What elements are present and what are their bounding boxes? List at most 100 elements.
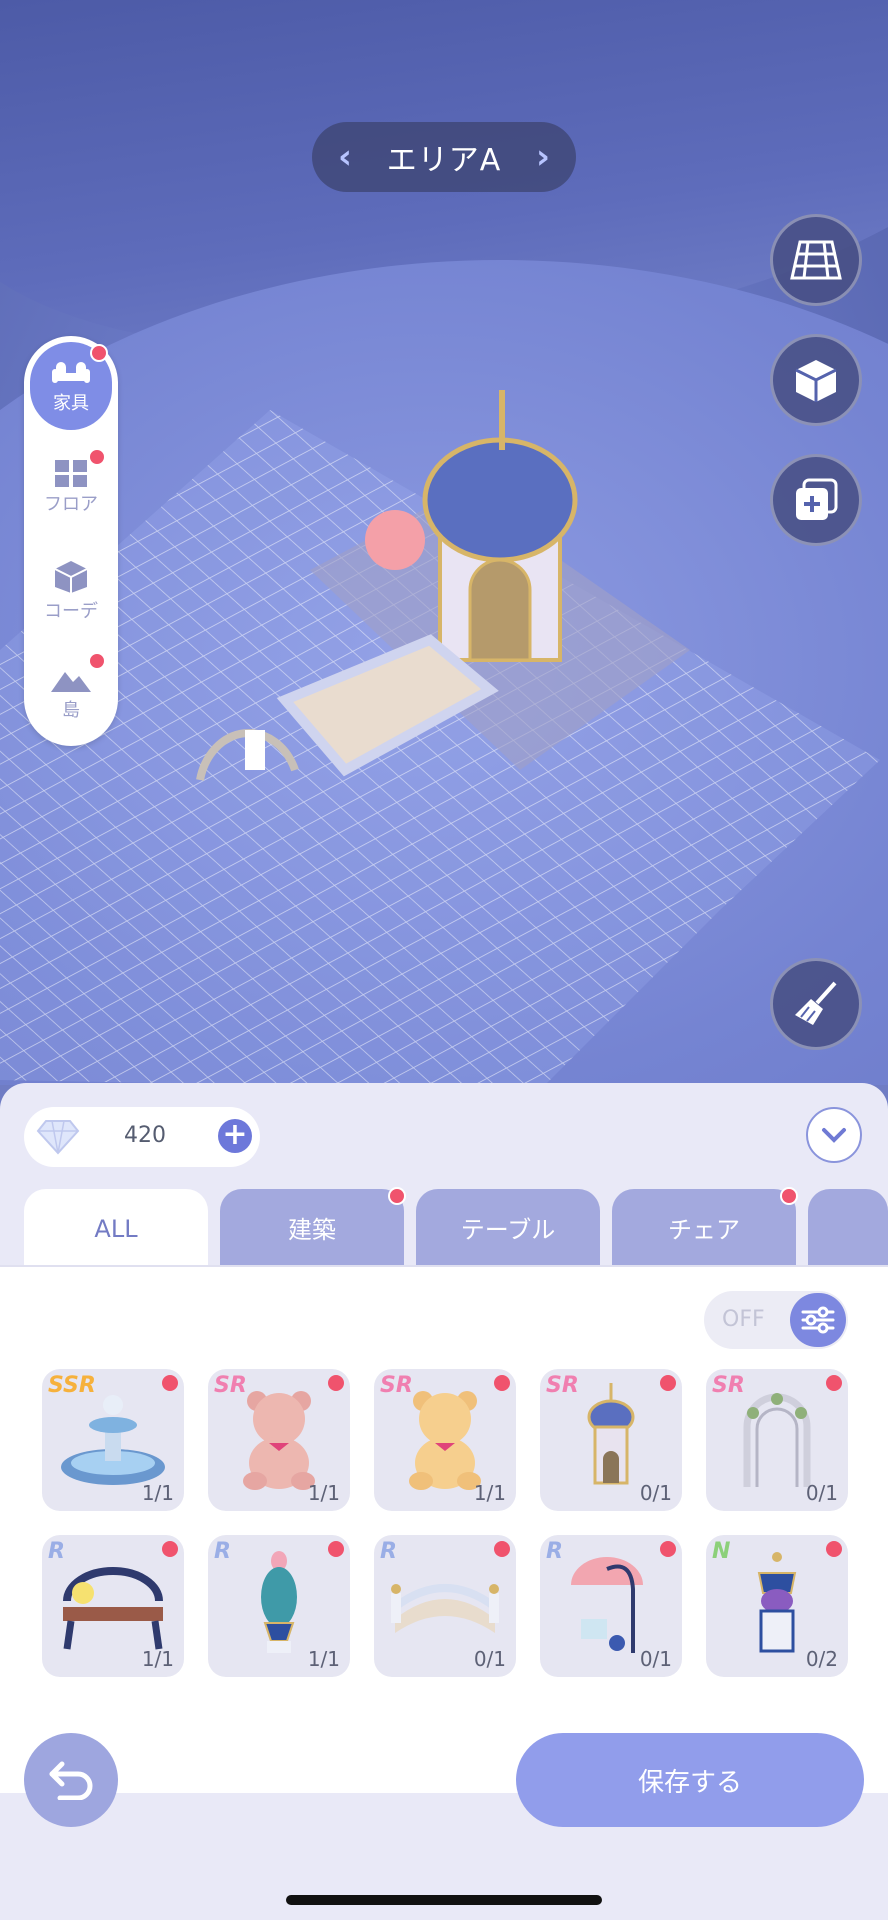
rarity-badge: SR	[546, 1373, 579, 1398]
item-count: 0/1	[639, 1481, 672, 1505]
rarity-badge: SR	[712, 1373, 745, 1398]
save-button[interactable]: 保存する	[516, 1733, 864, 1827]
sidebar-item-label: コーデ	[44, 601, 98, 622]
yellow-bear-icon	[409, 1391, 481, 1490]
copy-add-icon	[796, 478, 838, 520]
duplicate-button[interactable]	[770, 454, 862, 546]
notification-badge	[88, 652, 106, 670]
lamp-pillar-icon	[757, 1552, 797, 1653]
sidebar-item-floor[interactable]: フロア	[30, 444, 112, 530]
tab-label: チェア	[668, 1215, 740, 1244]
collapse-panel-button[interactable]	[806, 1107, 862, 1163]
new-item-badge	[660, 1541, 676, 1557]
tab-label: ALL	[94, 1215, 138, 1243]
notification-badge	[780, 1187, 798, 1205]
item-card[interactable]: R 1/1	[208, 1535, 350, 1677]
chevron-down-icon	[822, 1128, 846, 1143]
item-count: 0/1	[639, 1647, 672, 1671]
decor-structures	[196, 390, 690, 781]
item-card[interactable]: SR 1/1	[374, 1369, 516, 1511]
area-selector: ‹ エリアA ›	[312, 122, 576, 192]
sidebar-item-island[interactable]: 島	[30, 650, 112, 736]
new-item-badge	[660, 1375, 676, 1391]
item-card[interactable]: R 0/1	[374, 1535, 516, 1677]
floor-icon	[55, 460, 87, 487]
item-card[interactable]: R 0/1	[540, 1535, 682, 1677]
next-area-arrow-icon[interactable]: ›	[536, 137, 550, 177]
rarity-badge: R	[48, 1539, 65, 1564]
area-name: エリアA	[386, 143, 502, 178]
grid-icon	[790, 240, 842, 280]
item-card[interactable]: SSR 1/1	[42, 1369, 184, 1511]
rarity-badge: R	[546, 1539, 563, 1564]
item-card[interactable]: SR 0/1	[540, 1369, 682, 1511]
new-item-badge	[328, 1541, 344, 1557]
tower-icon	[587, 1383, 635, 1485]
vase-icon	[261, 1551, 297, 1653]
tab-all[interactable]: ALL	[24, 1189, 208, 1269]
tab-label: 建築	[288, 1215, 336, 1244]
tab-label: テーブル	[460, 1215, 556, 1244]
new-item-badge	[826, 1541, 842, 1557]
new-item-badge	[826, 1375, 842, 1391]
sidebar-item-label: 島	[62, 700, 80, 721]
sidebar-item-coordinate[interactable]: コーデ	[30, 548, 112, 634]
fountain-icon	[61, 1395, 165, 1485]
item-card[interactable]: N 0/2	[706, 1535, 848, 1677]
bridge-icon	[391, 1584, 499, 1633]
clear-button[interactable]	[770, 958, 862, 1050]
filter-toggle[interactable]: OFF	[704, 1291, 848, 1349]
new-item-badge	[494, 1541, 510, 1557]
rarity-badge: R	[380, 1539, 397, 1564]
notification-badge	[88, 448, 106, 466]
rarity-badge: N	[712, 1539, 731, 1564]
game-scene[interactable]: ‹ エリアA › 家具 フロア コーデ 島	[0, 0, 888, 1085]
rarity-badge: R	[214, 1539, 231, 1564]
item-card[interactable]: SR 0/1	[706, 1369, 848, 1511]
cube-view-icon	[795, 360, 837, 402]
toggle-state: OFF	[722, 1307, 765, 1332]
item-count: 1/1	[473, 1481, 506, 1505]
item-count: 1/1	[141, 1481, 174, 1505]
broom-icon	[795, 981, 837, 1025]
tab-more[interactable]	[808, 1189, 888, 1265]
gem-count: 420	[124, 1123, 166, 1148]
item-count: 1/1	[307, 1647, 340, 1671]
furniture-panel: 420 + ALL 建築 テーブル チェア OFF SSR 1/1 SR 1/1	[0, 1083, 888, 1920]
umbrella-icon	[571, 1557, 643, 1653]
pink-bear-icon	[243, 1391, 315, 1490]
prev-area-arrow-icon[interactable]: ‹	[338, 137, 352, 177]
filter-icon	[790, 1293, 846, 1347]
item-grid: OFF SSR 1/1 SR 1/1 SR 1/1 SR 0/1 SR 0/1 …	[0, 1265, 888, 1793]
arch-icon	[743, 1393, 811, 1487]
rarity-badge: SR	[214, 1373, 247, 1398]
sidebar-item-label: 家具	[53, 393, 89, 414]
rarity-badge: SR	[380, 1373, 413, 1398]
item-card[interactable]: R 1/1	[42, 1535, 184, 1677]
home-indicator[interactable]	[286, 1895, 602, 1905]
item-count: 0/2	[805, 1647, 838, 1671]
item-count: 1/1	[141, 1647, 174, 1671]
tab-table[interactable]: テーブル	[416, 1189, 600, 1265]
item-count: 0/1	[473, 1647, 506, 1671]
item-count: 1/1	[307, 1481, 340, 1505]
item-card[interactable]: SR 1/1	[208, 1369, 350, 1511]
sidebar-item-label: フロア	[44, 494, 98, 515]
category-sidebar: 家具 フロア コーデ 島	[24, 336, 118, 746]
gem-counter: 420 +	[24, 1107, 260, 1167]
island-icon	[51, 672, 91, 692]
notification-badge	[90, 344, 108, 362]
new-item-badge	[494, 1375, 510, 1391]
view-toggle-button[interactable]	[770, 334, 862, 426]
add-gems-button[interactable]: +	[218, 1119, 252, 1153]
tab-chair[interactable]: チェア	[612, 1187, 798, 1265]
tab-architecture[interactable]: 建築	[220, 1187, 406, 1265]
sidebar-item-furniture[interactable]: 家具	[30, 342, 112, 430]
undo-button[interactable]	[24, 1733, 118, 1827]
undo-icon	[49, 1761, 93, 1800]
rarity-badge: SSR	[48, 1373, 96, 1398]
grid-toggle-button[interactable]	[770, 214, 862, 306]
new-item-badge	[162, 1541, 178, 1557]
cube-icon	[54, 561, 88, 593]
diamond-icon	[36, 1120, 80, 1155]
